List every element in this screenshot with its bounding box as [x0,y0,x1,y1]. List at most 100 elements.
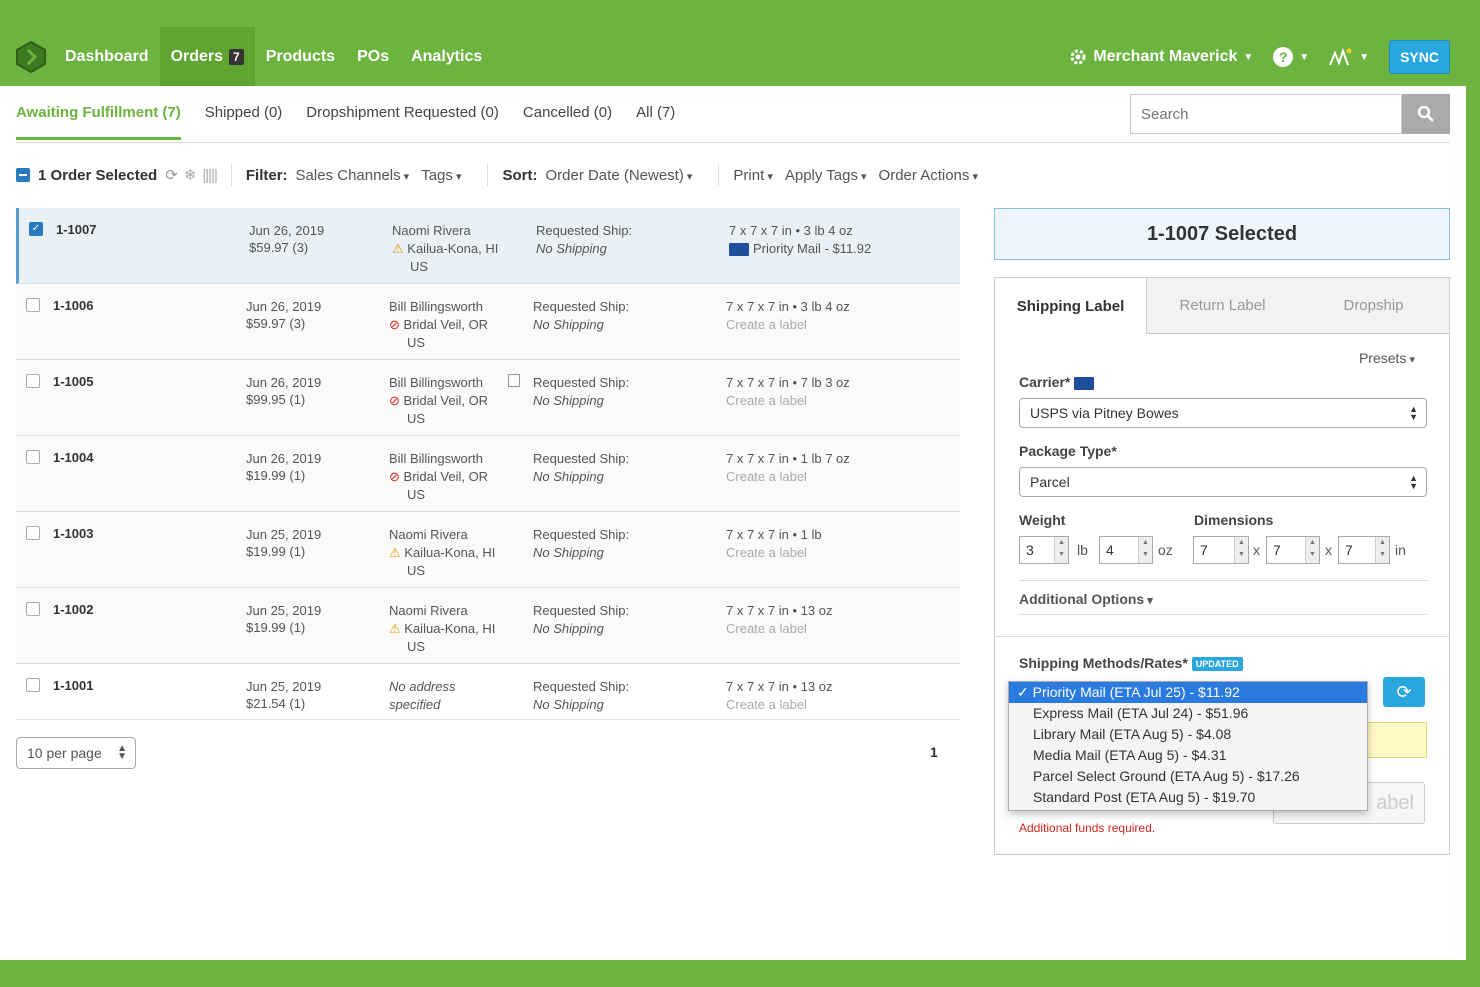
table-row[interactable]: 1-1002 Jun 25, 2019 $19.99 (1) Naomi Rive… [16,588,960,664]
tab-dropshipment-requested[interactable]: Dropshipment Requested (0) [306,104,499,140]
sync-button[interactable]: SYNC [1389,40,1450,74]
row-checkbox[interactable] [26,602,40,616]
order-id[interactable]: 1-1002 [53,602,93,617]
selected-order-title: 1-1007 Selected [994,208,1450,260]
package-type-select[interactable]: Parcel ▲ ▼ [1019,467,1427,497]
table-row[interactable]: 1-1004 Jun 26, 2019 $19.99 (1) Bill Billi… [16,436,960,512]
create-label-link[interactable]: Create a label [726,696,832,714]
customer-country: US [407,639,426,654]
dimension-length-input[interactable]: 7 ▲ ▼ [1193,536,1249,564]
row-checkbox[interactable]: ✓ [29,222,43,236]
row-checkbox[interactable] [26,450,40,464]
dimension-width-input[interactable]: 7 ▲ ▼ [1266,536,1320,564]
order-id[interactable]: 1-1004 [53,450,93,465]
weight-oz-input[interactable]: 4 ▲ ▼ [1099,536,1153,564]
customer-location: ⊘ Bridal Veil, OR [389,392,488,410]
order-status-tabs: Awaiting Fulfillment (7) Shipped (0) Dro… [16,104,675,140]
nav-products[interactable]: Products [255,27,346,86]
create-label-link[interactable]: Create a label [726,468,850,486]
snowflake-icon[interactable]: ❄ [184,166,197,184]
table-row[interactable]: ✓ 1-1007 Jun 26, 2019 $59.97 (3) Naomi Ri… [16,208,960,284]
barcode-icon[interactable]: ||||| [202,167,218,184]
select-arrows-icon: ▲ ▼ [1409,473,1418,491]
merchant-menu[interactable]: Merchant Maverick ▼ [1069,48,1253,66]
sort-dropdown[interactable]: Order Date (Newest) [545,167,692,184]
tab-cancelled[interactable]: Cancelled (0) [523,104,612,140]
table-row[interactable]: 1-1001 Jun 25, 2019 $21.54 (1) No address… [16,664,960,720]
stepper-icon[interactable]: ▲ ▼ [1305,537,1319,563]
search-input[interactable] [1130,94,1402,134]
order-id[interactable]: 1-1003 [53,526,93,541]
method-option[interactable]: Media Mail (ETA Aug 5) - $4.31 [1009,745,1367,766]
stepper-icon[interactable]: ▲ ▼ [1375,537,1389,563]
order-id[interactable]: 1-1005 [53,374,93,389]
nav-analytics[interactable]: Analytics [400,27,493,86]
help-menu[interactable]: ? ▼ [1273,47,1309,67]
no-address-line2: specified [389,697,441,712]
method-option[interactable]: Priority Mail (ETA Jul 25) - $11.92 [1009,682,1367,703]
refresh-rates-button[interactable]: ⟳ [1383,677,1425,707]
weight-label: Weight [1019,512,1066,528]
usps-icon [729,243,749,257]
order-id[interactable]: 1-1007 [56,222,96,237]
tab-awaiting-fulfillment[interactable]: Awaiting Fulfillment (7) [16,104,181,140]
stepper-icon[interactable]: ▲ ▼ [1138,537,1152,563]
sales-channels-dropdown[interactable]: Sales Channels [296,167,410,184]
row-checkbox[interactable] [26,374,40,388]
tab-dropship[interactable]: Dropship [1298,278,1449,333]
stepper-icon[interactable]: ▲ ▼ [1054,537,1068,563]
row-checkbox[interactable] [26,526,40,540]
toolbar-divider [487,164,489,186]
table-row[interactable]: 1-1005 Jun 26, 2019 $99.95 (1) Bill Billi… [16,360,960,436]
create-label-link[interactable]: Create a label [726,392,850,410]
row-checkbox[interactable] [26,678,40,692]
create-label-link[interactable]: Create a label [726,316,850,334]
requested-ship-label: Requested Ship: [533,375,630,390]
apply-tags-dropdown[interactable]: Apply Tags [785,167,867,184]
stepper-icon[interactable]: ▲ ▼ [1234,537,1248,563]
order-date-total: Jun 26, 2019 $59.97 (3) [246,298,321,332]
order-total: $19.99 (1) [246,544,306,559]
dimension-height-input[interactable]: 7 ▲ ▼ [1338,536,1390,564]
activity-menu[interactable]: ▼ [1329,47,1369,67]
nav-orders[interactable]: Orders 7 [159,27,255,86]
create-label-link[interactable]: Create a label [726,620,832,638]
tab-shipped[interactable]: Shipped (0) [205,104,283,140]
method-option[interactable]: Express Mail (ETA Jul 24) - $51.96 [1009,703,1367,724]
sort-label: Sort: [502,166,538,184]
package-summary: 7 x 7 x 7 in • 13 oz [726,679,833,694]
shipping-methods-dropdown[interactable]: Priority Mail (ETA Jul 25) - $11.92 Expr… [1008,681,1368,811]
order-id[interactable]: 1-1001 [53,678,93,693]
page-number[interactable]: 1 [930,744,938,760]
row-checkbox[interactable] [26,298,40,312]
method-option[interactable]: Standard Post (ETA Aug 5) - $19.70 [1009,787,1367,808]
tab-all[interactable]: All (7) [636,104,675,140]
additional-options-dropdown[interactable]: Additional Options [1019,591,1153,607]
table-row[interactable]: 1-1003 Jun 25, 2019 $19.99 (1) Naomi Rive… [16,512,960,588]
tab-shipping-label[interactable]: Shipping Label [995,278,1147,334]
requested-ship-label: Requested Ship: [533,603,630,618]
tab-return-label[interactable]: Return Label [1147,278,1298,333]
create-label-link[interactable]: Create a label [726,544,822,562]
note-icon[interactable] [508,374,520,387]
logo-icon[interactable] [14,40,48,74]
nav-pos[interactable]: POs [346,27,400,86]
nav-dashboard[interactable]: Dashboard [54,27,160,86]
presets-dropdown[interactable]: Presets [1359,350,1415,366]
weight-lb-input[interactable]: 3 ▲ ▼ [1019,536,1069,564]
carrier-value: USPS via Pitney Bowes [1030,405,1179,421]
requested-ship-value: No Shipping [536,241,607,256]
method-option[interactable]: Library Mail (ETA Aug 5) - $4.08 [1009,724,1367,745]
select-all-checkbox[interactable] [16,168,30,182]
print-dropdown[interactable]: Print [733,167,772,184]
tags-dropdown[interactable]: Tags [421,167,461,184]
carrier-select[interactable]: USPS via Pitney Bowes ▲ ▼ [1019,398,1427,428]
search-button[interactable] [1402,94,1450,134]
package-summary: 7 x 7 x 7 in • 1 lb [726,527,822,542]
per-page-select[interactable]: 10 per page ▲ ▼ [16,737,136,769]
table-row[interactable]: 1-1006 Jun 26, 2019 $59.97 (3) Bill Billi… [16,284,960,360]
refresh-icon[interactable]: ⟳ [165,166,178,184]
order-id[interactable]: 1-1006 [53,298,93,313]
method-option[interactable]: Parcel Select Ground (ETA Aug 5) - $17.2… [1009,766,1367,787]
order-actions-dropdown[interactable]: Order Actions [879,167,978,184]
